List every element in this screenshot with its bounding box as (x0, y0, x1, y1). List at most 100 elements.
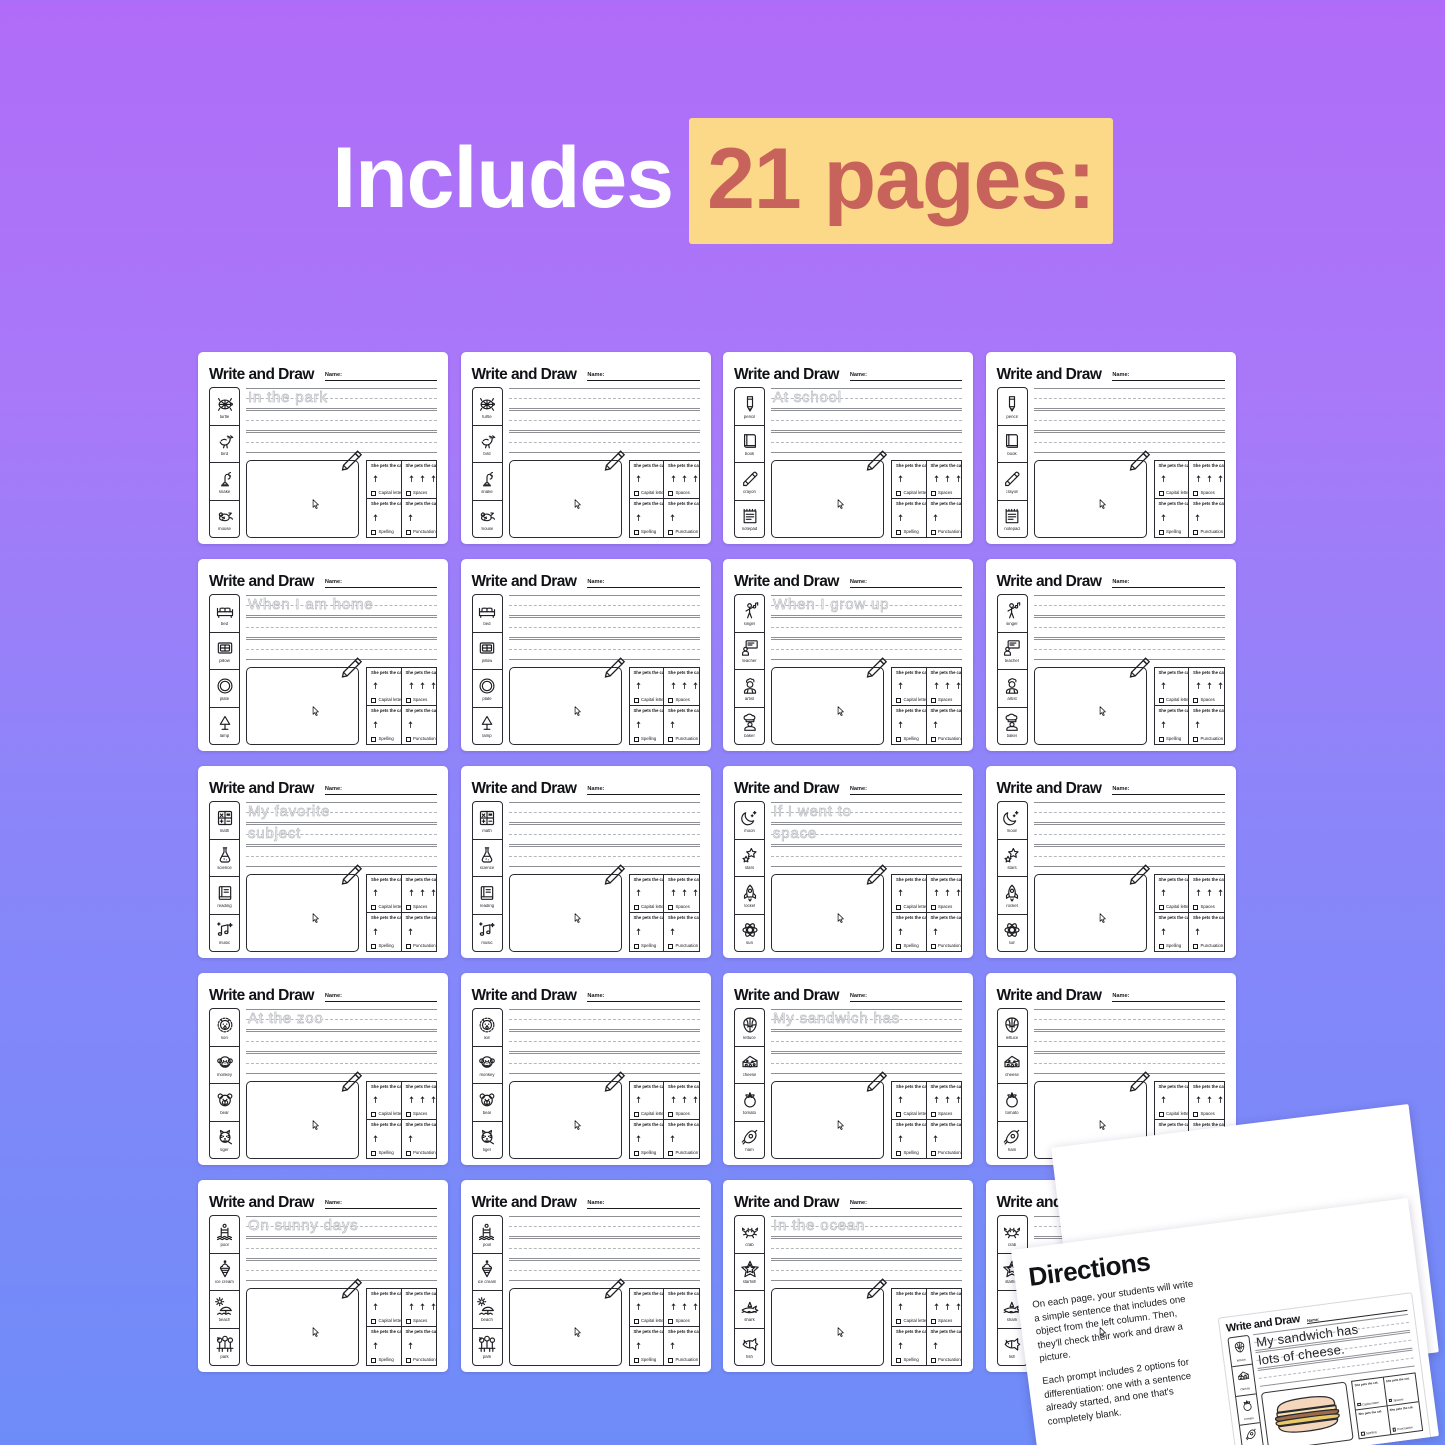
checkbox[interactable] (1158, 697, 1164, 703)
writing-lines-area[interactable] (508, 1008, 700, 1077)
checkbox[interactable] (930, 490, 936, 496)
name-field[interactable]: Name: (849, 1201, 962, 1210)
checkbox[interactable] (405, 1150, 411, 1156)
worksheet-card[interactable]: Write and Draw Name: turtle bird snake m… (198, 352, 448, 544)
checkbox[interactable] (1158, 904, 1164, 910)
checkbox[interactable] (668, 529, 673, 535)
checkbox[interactable] (930, 1357, 936, 1363)
checkbox[interactable] (1158, 529, 1164, 535)
drawing-box[interactable] (771, 1071, 888, 1159)
checkbox[interactable] (1158, 1318, 1164, 1324)
name-field[interactable]: Name: (587, 580, 700, 589)
checkbox[interactable] (405, 529, 411, 535)
name-field[interactable]: Name: (1112, 580, 1225, 589)
writing-lines-area[interactable] (1033, 1008, 1225, 1077)
name-input-line[interactable] (866, 788, 962, 795)
name-input-line[interactable] (604, 995, 700, 1002)
worksheet-card[interactable]: Write and Draw Name: crab starfish shark… (723, 1180, 973, 1372)
checkbox[interactable] (668, 904, 673, 910)
checkbox[interactable] (668, 1357, 673, 1363)
drawing-box[interactable] (508, 1071, 625, 1159)
writing-lines-area[interactable] (1033, 1215, 1225, 1284)
checkbox[interactable] (371, 904, 376, 910)
name-input-line[interactable] (604, 1202, 700, 1209)
checkbox[interactable] (896, 1357, 901, 1363)
drawing-box[interactable] (508, 450, 625, 538)
checkbox[interactable] (930, 697, 936, 703)
worksheet-card[interactable]: Write and Draw Name: singer teacher arti… (985, 559, 1236, 751)
checkbox[interactable] (896, 697, 901, 703)
checkbox[interactable] (896, 904, 901, 910)
checkbox[interactable] (633, 1150, 639, 1156)
checkbox[interactable] (1193, 1318, 1198, 1324)
worksheet-card[interactable]: Write and Draw Name: pool ice cream beac… (198, 1180, 448, 1372)
checkbox[interactable] (1193, 529, 1198, 535)
checkbox[interactable] (896, 736, 901, 742)
checkbox[interactable] (668, 490, 673, 496)
drawing-box[interactable] (1033, 1071, 1150, 1159)
drawing-box[interactable] (771, 450, 888, 538)
checkbox[interactable] (405, 1318, 411, 1324)
worksheet-card[interactable]: Write and Draw Name: math science readin… (460, 766, 711, 958)
name-input-line[interactable] (1129, 1202, 1225, 1209)
name-input-line[interactable] (341, 374, 437, 381)
writing-lines-area[interactable]: In the park (246, 387, 437, 456)
name-field[interactable]: Name: (324, 1201, 437, 1210)
mini-checkbox[interactable] (1360, 1431, 1365, 1436)
name-field[interactable]: Name: (1112, 787, 1225, 796)
name-field[interactable]: Name: (324, 994, 437, 1003)
drawing-box[interactable] (1033, 450, 1150, 538)
name-field[interactable]: Name: (849, 580, 962, 589)
checkbox[interactable] (1158, 943, 1164, 949)
checkbox[interactable] (896, 490, 901, 496)
checkbox[interactable] (896, 1111, 901, 1117)
name-field[interactable]: Name: (1112, 373, 1225, 382)
name-input-line[interactable] (604, 581, 700, 588)
name-field[interactable]: Name: (849, 373, 962, 382)
name-input-line[interactable] (1129, 995, 1225, 1002)
worksheet-card[interactable]: Write and Draw Name: singer teacher arti… (723, 559, 973, 751)
checkbox[interactable] (1193, 943, 1198, 949)
checkbox[interactable] (668, 1150, 673, 1156)
writing-lines-area[interactable]: At school (771, 387, 962, 456)
checkbox[interactable] (1158, 1150, 1164, 1156)
checkbox[interactable] (668, 1111, 673, 1117)
checkbox[interactable] (896, 943, 901, 949)
worksheet-card[interactable]: Write and Draw Name: bed pillow plate la… (198, 559, 448, 751)
name-input-line[interactable] (866, 995, 962, 1002)
writing-lines-area[interactable] (1033, 801, 1225, 870)
checkbox[interactable] (930, 904, 936, 910)
checkbox[interactable] (1158, 490, 1164, 496)
writing-lines-area[interactable] (508, 1215, 700, 1284)
drawing-box[interactable] (246, 450, 363, 538)
name-field[interactable]: Name: (1112, 994, 1225, 1003)
checkbox[interactable] (633, 1357, 639, 1363)
checkbox[interactable] (405, 943, 411, 949)
mini-checkbox[interactable] (1392, 1427, 1396, 1432)
checkbox[interactable] (405, 1111, 411, 1117)
drawing-box[interactable] (1033, 657, 1150, 745)
name-input-line[interactable] (1129, 581, 1225, 588)
name-input-line[interactable] (604, 374, 700, 381)
writing-lines-area[interactable]: My sandwich has (771, 1008, 962, 1077)
checkbox[interactable] (668, 1318, 673, 1324)
writing-lines-area[interactable] (1033, 594, 1225, 663)
name-input-line[interactable] (866, 1202, 962, 1209)
drawing-box[interactable] (246, 1071, 363, 1159)
checkbox[interactable] (633, 529, 639, 535)
drawing-box[interactable] (771, 657, 888, 745)
checkbox[interactable] (405, 490, 411, 496)
checkbox[interactable] (633, 1318, 639, 1324)
checkbox[interactable] (405, 1357, 411, 1363)
checkbox[interactable] (668, 736, 673, 742)
checkbox[interactable] (668, 943, 673, 949)
checkbox[interactable] (1193, 904, 1198, 910)
checkbox[interactable] (633, 943, 639, 949)
checkbox[interactable] (371, 943, 376, 949)
checkbox[interactable] (1158, 1357, 1164, 1363)
worksheet-card[interactable]: Write and Draw Name: lion monkey bear ti… (460, 973, 711, 1165)
checkbox[interactable] (371, 1111, 376, 1117)
drawing-box[interactable] (508, 657, 625, 745)
checkbox[interactable] (1193, 1111, 1198, 1117)
name-input-line[interactable] (1129, 374, 1225, 381)
